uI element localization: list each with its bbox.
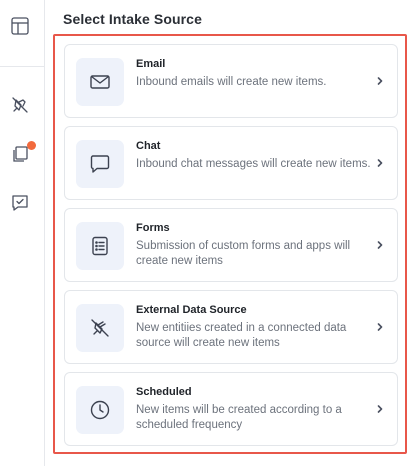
- stack-icon[interactable]: [6, 140, 36, 168]
- source-description: New entitiies created in a connected dat…: [136, 322, 347, 349]
- notification-dot: [27, 141, 36, 150]
- envelope-icon: [76, 58, 124, 106]
- layout-icon[interactable]: [6, 12, 34, 40]
- source-card-email[interactable]: Email Inbound emails will create new ite…: [64, 44, 398, 118]
- source-description: New items will be created according to a…: [136, 404, 342, 431]
- source-title: External Data Source: [136, 304, 247, 316]
- left-nav-rail: [0, 0, 45, 466]
- chevron-right-icon: [375, 239, 385, 251]
- source-title: Chat: [136, 140, 161, 152]
- clock-icon: [76, 386, 124, 434]
- checkbox-message-icon[interactable]: [6, 189, 34, 217]
- source-card-chat[interactable]: Chat Inbound chat messages will create n…: [64, 126, 398, 200]
- unplug-icon: [76, 304, 124, 352]
- chat-bubble-icon: [76, 140, 124, 188]
- chevron-right-icon: [375, 403, 385, 415]
- rail-divider: [0, 66, 44, 67]
- source-description: Submission of custom forms and apps will…: [136, 240, 351, 267]
- chevron-right-icon: [375, 75, 385, 87]
- chevron-right-icon: [375, 157, 385, 169]
- source-title: Scheduled: [136, 386, 192, 398]
- intake-source-screen: Select Intake Source Email Inbound email…: [0, 0, 413, 466]
- source-description: Inbound emails will create new items.: [136, 76, 327, 88]
- source-description: Inbound chat messages will create new it…: [136, 158, 371, 170]
- source-card-external-data-source[interactable]: External Data Source New entitiies creat…: [64, 290, 398, 364]
- no-pin-icon[interactable]: [6, 91, 34, 119]
- source-card-forms[interactable]: Forms Submission of custom forms and app…: [64, 208, 398, 282]
- page-title: Select Intake Source: [63, 11, 202, 27]
- source-title: Forms: [136, 222, 170, 234]
- form-list-icon: [76, 222, 124, 270]
- chevron-right-icon: [375, 321, 385, 333]
- source-title: Email: [136, 58, 166, 70]
- source-card-scheduled[interactable]: Scheduled New items will be created acco…: [64, 372, 398, 446]
